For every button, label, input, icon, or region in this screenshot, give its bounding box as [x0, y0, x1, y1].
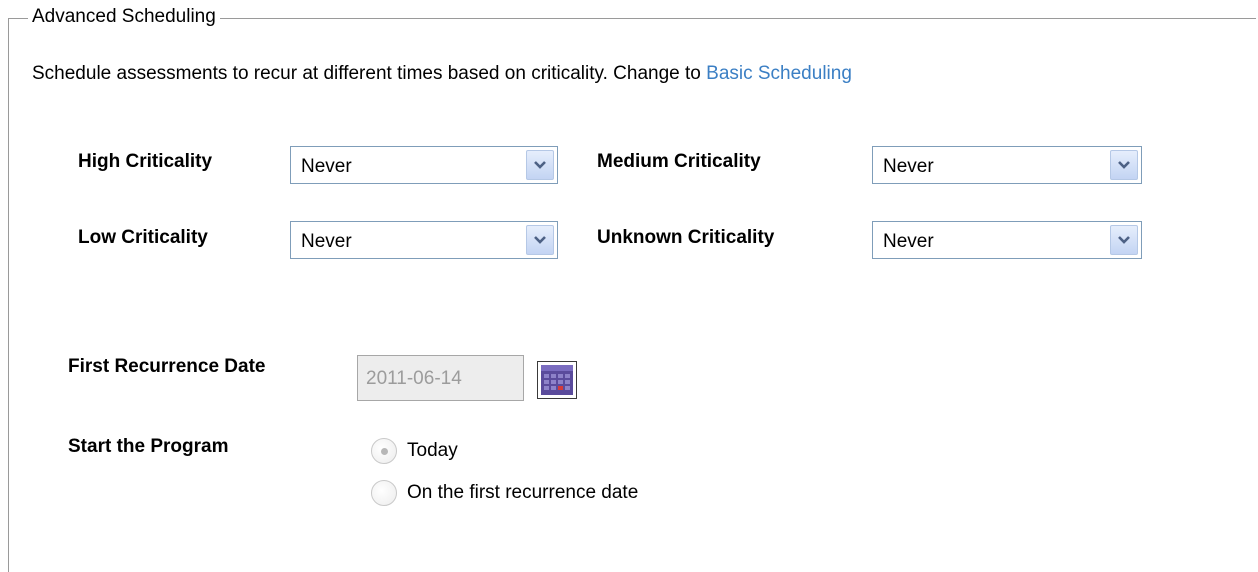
- first-recurrence-date-value: 2011-06-14: [366, 368, 462, 389]
- radio-selected-dot: [381, 448, 388, 455]
- chevron-down-icon[interactable]: [526, 150, 554, 180]
- high-criticality-select[interactable]: Never: [290, 146, 558, 184]
- low-criticality-select[interactable]: Never: [290, 221, 558, 259]
- advanced-scheduling-panel: Advanced Scheduling Schedule assessments…: [0, 0, 1258, 572]
- group-frame-left: [8, 18, 9, 572]
- description-text: Schedule assessments to recur at differe…: [32, 63, 707, 84]
- medium-criticality-select[interactable]: Never: [872, 146, 1142, 184]
- low-criticality-value: Never: [301, 231, 352, 252]
- first-recurrence-date-label: First Recurrence Date: [68, 356, 266, 377]
- group-legend: Advanced Scheduling: [28, 6, 220, 28]
- chevron-down-icon[interactable]: [526, 225, 554, 255]
- radio-today-label[interactable]: Today: [407, 440, 458, 462]
- description: Schedule assessments to recur at differe…: [32, 63, 852, 85]
- chevron-down-icon[interactable]: [1110, 225, 1138, 255]
- first-recurrence-date-input[interactable]: 2011-06-14: [357, 355, 524, 401]
- unknown-criticality-value: Never: [883, 231, 934, 252]
- high-criticality-label: High Criticality: [78, 151, 213, 172]
- unknown-criticality-label: Unknown Criticality: [597, 227, 775, 248]
- radio-today[interactable]: [371, 438, 397, 464]
- calendar-icon[interactable]: [537, 361, 577, 399]
- chevron-down-icon[interactable]: [1110, 150, 1138, 180]
- radio-first-recurrence[interactable]: [371, 480, 397, 506]
- medium-criticality-value: Never: [883, 156, 934, 177]
- high-criticality-value: Never: [301, 156, 352, 177]
- basic-scheduling-link[interactable]: Basic Scheduling: [706, 63, 852, 84]
- low-criticality-label: Low Criticality: [78, 227, 208, 248]
- start-program-label: Start the Program: [68, 436, 229, 457]
- unknown-criticality-select[interactable]: Never: [872, 221, 1142, 259]
- medium-criticality-label: Medium Criticality: [597, 151, 761, 172]
- radio-first-recurrence-label[interactable]: On the first recurrence date: [407, 482, 638, 504]
